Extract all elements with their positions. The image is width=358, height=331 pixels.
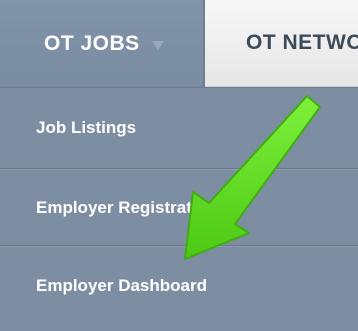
jobs-dropdown-menu: Job Listings Employer Registration Emplo…	[0, 87, 358, 331]
menu-item-label: Job Listings	[36, 118, 137, 137]
menu-item-job-listings[interactable]: Job Listings	[0, 88, 358, 168]
tab-ot-jobs-label: OT JOBS	[44, 31, 140, 55]
menu-item-label: Employer Dashboard	[36, 276, 207, 295]
tab-ot-network-label: OT NETWO	[246, 31, 358, 54]
chevron-down-icon	[151, 40, 164, 50]
tab-ot-jobs[interactable]: OT JOBS	[0, 0, 205, 87]
menu-item-label: Employer Registration	[36, 198, 218, 217]
top-nav: OT JOBS OT NETWO	[0, 0, 358, 87]
menu-item-employer-registration[interactable]: Employer Registration	[0, 170, 358, 246]
tab-ot-network[interactable]: OT NETWO	[205, 0, 358, 87]
menu-item-employer-dashboard[interactable]: Employer Dashboard	[0, 248, 358, 324]
menu-divider	[0, 245, 358, 247]
